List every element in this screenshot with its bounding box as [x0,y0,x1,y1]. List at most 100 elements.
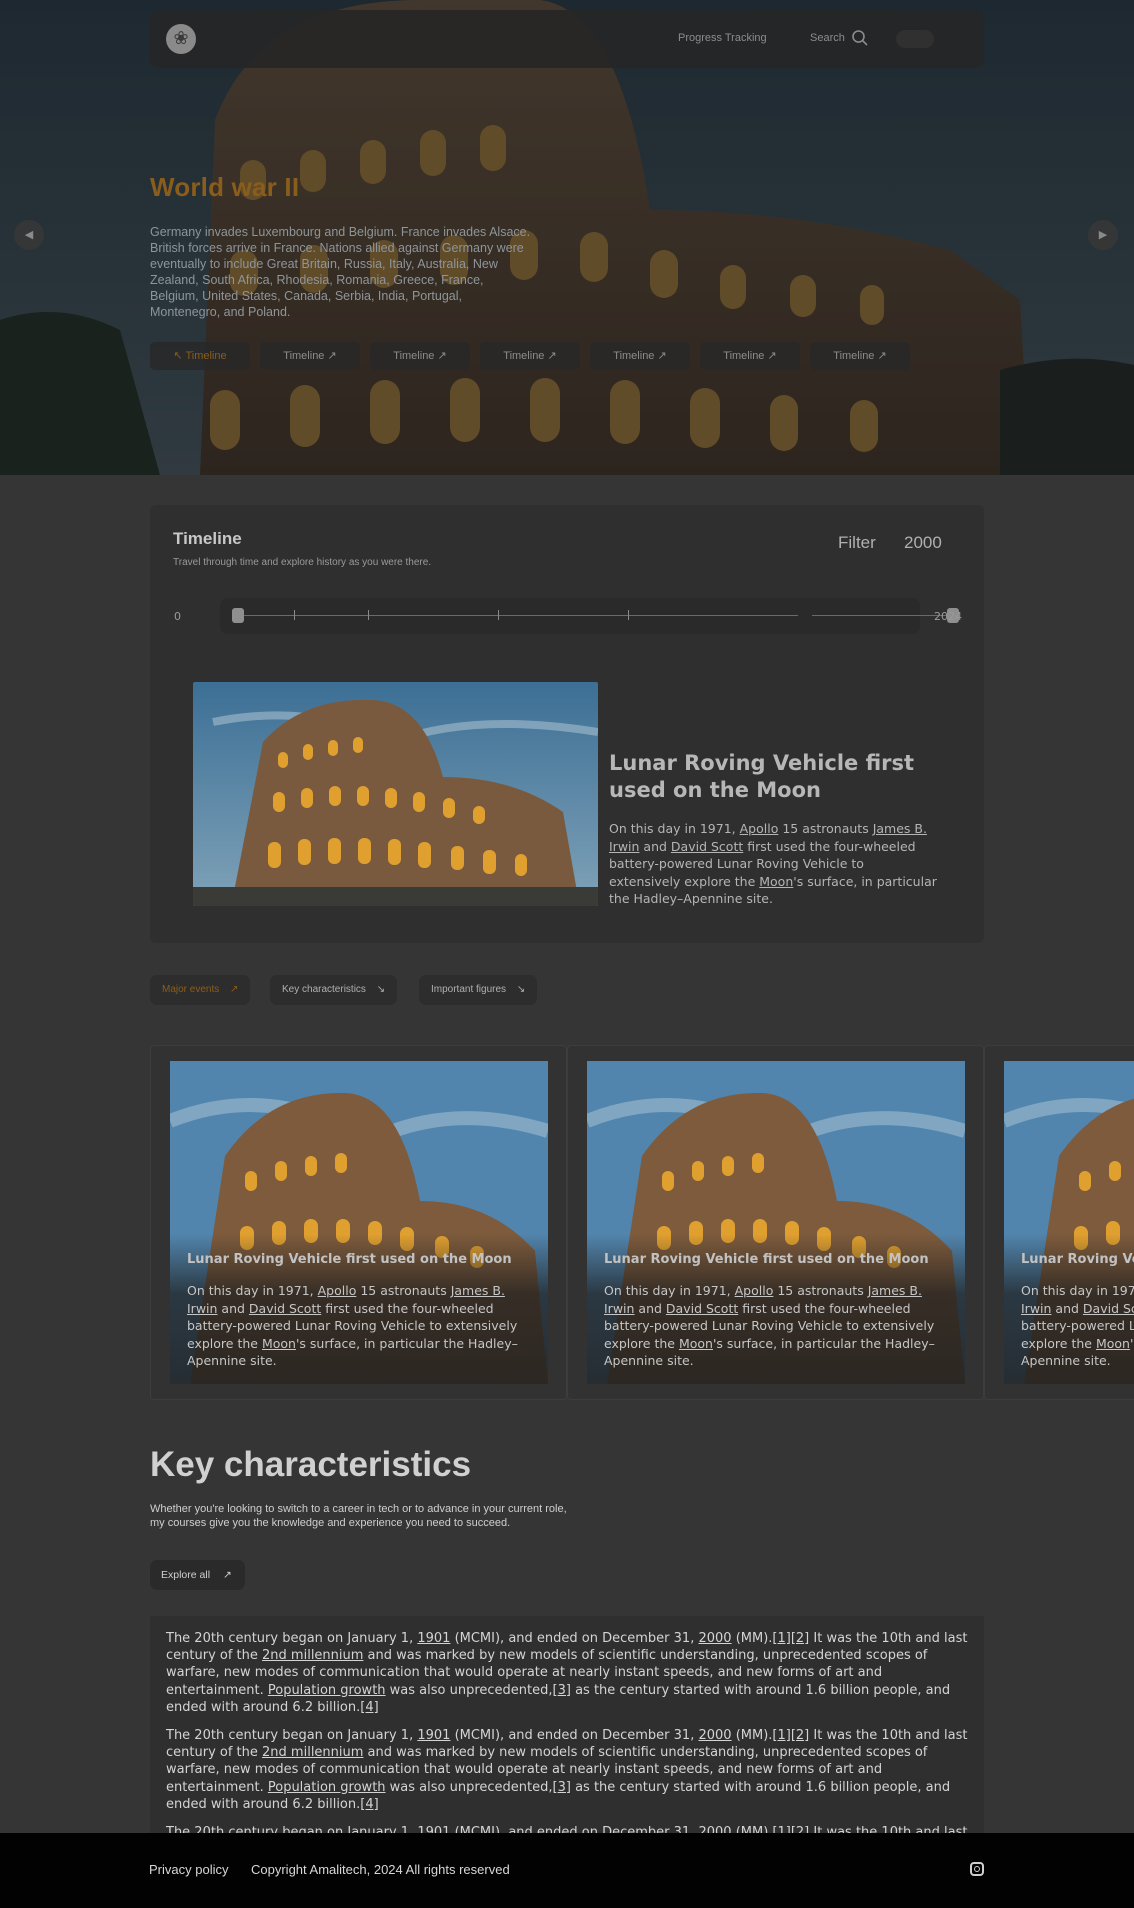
key-characteristics-description: Whether you're looking to switch to a ca… [150,1503,567,1529]
event-card[interactable]: Lunar Roving Vehicle first used on the M… [984,1045,1134,1400]
link-ref-4[interactable]: [4] [360,1700,378,1715]
hero-prev-button[interactable]: ◀ [14,220,44,250]
link-david-scott[interactable]: David Scott [249,1301,321,1316]
hero-tab-timeline-4[interactable]: Timeline ↗ [480,342,580,370]
link-apollo[interactable]: Apollo [735,1283,774,1298]
hero-tab-timeline-6[interactable]: Timeline ↗ [700,342,800,370]
link-moon[interactable]: Moon [262,1336,296,1351]
nav-search-label[interactable]: Search [810,32,845,44]
filter-year-value[interactable]: 2000 [904,533,942,553]
hero-tab-label: Timeline [393,350,435,362]
link-ref-3[interactable]: [3] [553,1683,571,1698]
timeline-title: Timeline [173,529,242,548]
hero-section: ❀ Progress Tracking Search ◀ ▶ World war… [0,0,1134,475]
link-ref-1-2[interactable]: [1][2] [772,1728,809,1743]
slider-min-label: 0 [174,610,181,623]
arrow-up-right-icon: ↗ [437,350,447,362]
explore-all-label: Explore all [161,1569,211,1581]
hero-next-button[interactable]: ▶ [1088,220,1118,250]
nav-progress-tracking[interactable]: Progress Tracking [678,32,767,44]
link-population-growth[interactable]: Population growth [268,1780,386,1795]
hero-tab-timeline-7[interactable]: Timeline ↗ [810,342,910,370]
key-characteristics-title: Key characteristics [150,1445,472,1484]
arrow-up-right-icon: ↗ [767,350,777,362]
arrow-down-right-icon: ↘ [376,984,386,995]
page-footer: Privacy policy Copyright Amalitech, 2024… [0,1833,1134,1908]
hero-tab-label: Timeline [185,350,227,362]
link-2000[interactable]: 2000 [698,1631,731,1646]
instagram-icon[interactable] [970,1862,984,1876]
colosseum-feature-image [193,682,598,906]
card-image-wrap: Lunar Roving Vehicle first used on the M… [587,1061,965,1384]
filter-button[interactable]: Filter [838,533,876,553]
link-2nd-millennium[interactable]: 2nd millennium [262,1648,363,1663]
event-card[interactable]: Lunar Roving Vehicle first used on the M… [150,1045,567,1400]
link-1901[interactable]: 1901 [417,1728,450,1743]
hero-tab-timeline-1[interactable]: ↖ Timeline [150,342,250,370]
logo-icon[interactable]: ❀ [166,24,196,54]
link-david-scott[interactable]: David Scott [666,1301,738,1316]
link-2nd-millennium[interactable]: 2nd millennium [262,1745,363,1760]
link-1901[interactable]: 1901 [417,1631,450,1646]
link-david-scott[interactable]: David Scott [1083,1301,1134,1316]
hero-tab-timeline-3[interactable]: Timeline ↗ [370,342,470,370]
link-apollo[interactable]: Apollo [740,821,779,836]
link-moon[interactable]: Moon [1096,1336,1130,1351]
card-description: On this day in 1971, Apollo 15 astronaut… [187,1283,518,1368]
tab-major-events[interactable]: Major events ↗ [150,975,251,1005]
tab-label: Major events [162,984,220,995]
tab-label: Key characteristics [282,984,366,995]
link-moon[interactable]: Moon [759,874,793,889]
timeline-panel: Timeline Travel through time and explore… [150,505,984,943]
link-ref-4[interactable]: [4] [360,1797,378,1812]
slider-max-label: 2024 [934,610,962,623]
privacy-policy-link[interactable]: Privacy policy [149,1862,228,1877]
arrow-up-right-icon: ↗ [222,1569,232,1581]
hero-tab-timeline-5[interactable]: Timeline ↗ [590,342,690,370]
event-card-carousel: Lunar Roving Vehicle first used on the M… [150,1045,1134,1400]
link-population-growth[interactable]: Population growth [268,1683,386,1698]
slider-track[interactable] [220,598,959,634]
link-ref-3[interactable]: [3] [553,1780,571,1795]
link-2000[interactable]: 2000 [698,1728,731,1743]
search-icon[interactable] [850,28,870,48]
track-tick [368,610,369,620]
arrow-down-right-icon: ↘ [516,984,526,995]
card-description: On this day in 1971, Apollo 15 astronaut… [604,1283,935,1368]
feature-title: Lunar Roving Vehicle first used on the M… [609,751,915,802]
arrow-up-right-icon: ↗ [230,984,239,995]
link-apollo[interactable]: Apollo [318,1283,357,1298]
hero-tab-label: Timeline [833,350,875,362]
hero-tab-timeline-2[interactable]: Timeline ↗ [260,342,360,370]
key-characteristics-text-box: The 20th century began on January 1, 190… [150,1616,984,1836]
track-tick [628,610,629,620]
year-range-slider: 0 2024 [168,598,968,634]
tab-key-characteristics[interactable]: Key characteristics ↘ [270,975,398,1005]
link-moon[interactable]: Moon [679,1336,713,1351]
tab-important-figures[interactable]: Important figures ↘ [419,975,538,1005]
theme-toggle[interactable] [896,30,934,48]
hero-tab-label: Timeline [723,350,765,362]
card-title: Lunar Roving Vehicle first used on the M… [187,1252,512,1267]
arrow-up-right-icon: ↗ [877,350,887,362]
slider-thumb-start[interactable] [232,608,244,623]
link-david-scott[interactable]: David Scott [671,839,743,854]
track-line [812,615,947,616]
track-tick [498,610,499,620]
event-card[interactable]: Lunar Roving Vehicle first used on the M… [567,1045,984,1400]
arrow-up-right-icon: ↗ [327,350,337,362]
arrow-up-right-icon: ↗ [657,350,667,362]
link-ref-1-2[interactable]: [1][2] [772,1631,809,1646]
timeline-subtitle: Travel through time and explore history … [173,557,432,568]
card-image-wrap: Lunar Roving Vehicle first used on the M… [170,1061,548,1384]
top-navbar: ❀ Progress Tracking Search [150,10,984,68]
track-line [238,615,798,616]
arrow-up-left-icon: ↖ [173,350,183,362]
feature-description: On this day in 1971, Apollo 15 astronaut… [609,821,937,906]
explore-all-button[interactable]: Explore all ↗ [150,1560,245,1590]
kc-paragraph: The 20th century began on January 1, 190… [166,1631,968,1715]
hero-tab-label: Timeline [613,350,655,362]
card-title: Lunar Roving Vehicle first used on the M… [604,1252,929,1267]
hero-title: World war II [150,172,300,202]
card-title: Lunar Roving Vehicle first used on the M… [1021,1252,1134,1267]
